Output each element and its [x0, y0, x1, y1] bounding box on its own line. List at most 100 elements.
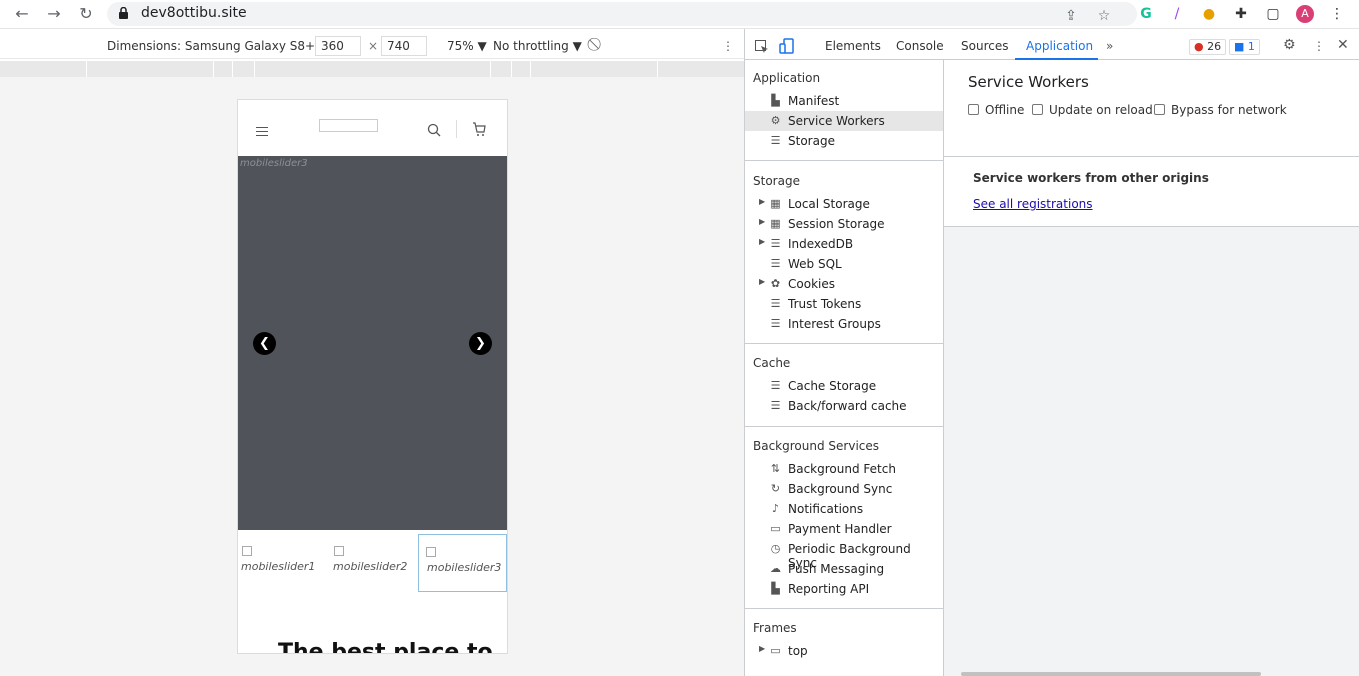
sidebar-item-storage[interactable]: ☰ Storage — [745, 131, 943, 151]
error-count-badge[interactable]: ● 26 — [1189, 39, 1227, 55]
slider-prev-button[interactable]: ❮ — [253, 332, 276, 355]
sidebar-item-notifications[interactable]: ♪ Notifications — [745, 499, 943, 519]
browser-toolbar: ← → ↻ dev8ottibu.site ⇪ ☆ G / ● ✚ ▢ A ⋮ — [0, 0, 1359, 29]
tab-application[interactable]: Application — [1026, 39, 1093, 53]
cart-icon[interactable] — [472, 122, 486, 137]
panel-title: Service Workers — [968, 73, 1089, 91]
checkbox-box[interactable] — [1032, 104, 1043, 115]
file-icon: ▙ — [771, 94, 780, 107]
devtools-menu-icon[interactable]: ⋮ — [1313, 39, 1325, 53]
divider — [745, 160, 944, 161]
share-icon[interactable]: ⇪ — [1062, 7, 1080, 25]
dimensions-select[interactable]: Dimensions: Samsung Galaxy S8+ ▼ — [107, 39, 328, 53]
bookmark-star-icon[interactable]: ☆ — [1095, 7, 1113, 25]
broken-image-icon — [334, 546, 344, 556]
horizontal-scrollbar[interactable] — [961, 672, 1261, 676]
hero-slider[interactable]: mobileslider3 ❮ ❯ — [238, 156, 507, 530]
message-count-badge[interactable]: ■ 1 — [1229, 39, 1260, 55]
message-icon: ■ — [1234, 40, 1245, 53]
slider-thumbnail-active[interactable]: mobileslider3 — [418, 534, 507, 592]
sidebar-item-trust-tokens[interactable]: ☰ Trust Tokens — [745, 294, 943, 314]
table-icon: ▦ — [770, 197, 781, 210]
section-cache: Cache — [753, 356, 791, 370]
media-query-ruler[interactable] — [0, 61, 744, 77]
sidebar-item-local-storage[interactable]: ▶ ▦ Local Storage — [745, 194, 943, 214]
sidebar-item-interest-groups[interactable]: ☰ Interest Groups — [745, 314, 943, 334]
inspect-element-icon[interactable] — [755, 40, 769, 54]
pen-extension-icon[interactable]: / — [1168, 5, 1186, 23]
sidebar-item-payment-handler[interactable]: ▭ Payment Handler — [745, 519, 943, 539]
grammarly-icon[interactable]: G — [1137, 5, 1155, 23]
service-workers-panel: Service Workers Offline Update on reload… — [944, 60, 1359, 676]
throttling-select[interactable]: No throttling ▼ — [493, 39, 582, 53]
database-icon: ☰ — [770, 399, 781, 412]
avatar[interactable]: A — [1296, 5, 1314, 23]
width-input[interactable]: 360 — [315, 36, 361, 56]
slider-thumbnail[interactable]: mobileslider1 — [238, 534, 326, 592]
reload-icon[interactable]: ↻ — [76, 4, 96, 24]
expand-arrow-icon[interactable]: ▶ — [759, 277, 765, 286]
hamburger-icon[interactable] — [256, 127, 268, 136]
expand-arrow-icon[interactable]: ▶ — [759, 237, 765, 246]
sidebar-item-manifest[interactable]: ▙ Manifest — [745, 91, 943, 111]
cookie-icon: ✿ — [770, 277, 781, 290]
menu-icon[interactable]: ⋮ — [1328, 5, 1346, 23]
bypass-for-network-checkbox[interactable]: Bypass for network — [1154, 103, 1287, 117]
sidebar-item-background-sync[interactable]: ↻ Background Sync — [745, 479, 943, 499]
settings-gear-icon[interactable]: ⚙ — [1283, 37, 1296, 53]
address-bar[interactable]: dev8ottibu.site ⇪ ☆ — [107, 2, 1137, 26]
broken-image-icon — [426, 547, 436, 557]
file-icon: ▙ — [771, 582, 780, 595]
empty-area — [944, 227, 1359, 676]
forward-icon[interactable]: → — [44, 4, 64, 24]
height-input[interactable]: 740 — [381, 36, 427, 56]
tab-elements[interactable]: Elements — [825, 39, 881, 53]
url-text: dev8ottibu.site — [141, 5, 247, 21]
device-toggle-icon[interactable] — [779, 38, 795, 54]
slider-image-alt: mobileslider3 — [240, 158, 308, 169]
section-frames: Frames — [753, 621, 797, 635]
sidebar-item-session-storage[interactable]: ▶ ▦ Session Storage — [745, 214, 943, 234]
slider-thumbnail[interactable]: mobileslider2 — [330, 534, 418, 592]
hero-heading: The best place to — [278, 640, 493, 654]
side-panel-icon[interactable]: ▢ — [1264, 5, 1282, 23]
tab-sources[interactable]: Sources — [961, 39, 1008, 53]
credit-card-icon: ▭ — [770, 522, 781, 535]
search-icon[interactable] — [427, 123, 441, 137]
expand-arrow-icon[interactable]: ▶ — [759, 217, 765, 226]
see-all-registrations-link[interactable]: See all registrations — [973, 197, 1093, 211]
slider-next-button[interactable]: ❯ — [469, 332, 492, 355]
sync-icon: ↻ — [770, 482, 781, 495]
close-icon[interactable]: ✕ — [1337, 37, 1349, 53]
device-viewport: mobileslider3 ❮ ❯ mobileslider1 mobilesl… — [0, 77, 744, 676]
sidebar-item-background-fetch[interactable]: ⇅ Background Fetch — [745, 459, 943, 479]
sidebar-item-web-sql[interactable]: ☰ Web SQL — [745, 254, 943, 274]
more-options-icon[interactable]: ⋮ — [722, 39, 734, 53]
zoom-select[interactable]: 75% ▼ — [447, 39, 487, 53]
checkbox-box[interactable] — [1154, 104, 1165, 115]
sidebar-item-cookies[interactable]: ▶ ✿ Cookies — [745, 274, 943, 294]
sidebar-item-periodic-background-sync[interactable]: ◷ Periodic Background Sync — [745, 539, 943, 570]
back-icon[interactable]: ← — [12, 4, 32, 24]
update-on-reload-checkbox[interactable]: Update on reload — [1032, 103, 1153, 117]
logo-image[interactable] — [319, 119, 378, 132]
sidebar-item-cache-storage[interactable]: ☰ Cache Storage — [745, 376, 943, 396]
device-toolbar: Dimensions: Samsung Galaxy S8+ ▼ 360 × 7… — [0, 33, 744, 59]
sidebar-item-service-workers[interactable]: ⚙ Service Workers — [745, 111, 943, 131]
gear-icon: ⚙ — [770, 114, 781, 127]
checkbox-box[interactable] — [968, 104, 979, 115]
more-tabs-icon[interactable]: » — [1106, 39, 1113, 53]
extension-icon[interactable]: ● — [1200, 5, 1218, 23]
database-icon: ☰ — [770, 257, 781, 270]
sidebar-item-indexeddb[interactable]: ▶ ☰ IndexedDB — [745, 234, 943, 254]
devtools-tabbar: Elements Console Sources Application » ●… — [745, 33, 1359, 60]
sidebar-item-push-messaging[interactable]: ☁ Push Messaging — [745, 559, 943, 579]
expand-arrow-icon[interactable]: ▶ — [759, 644, 765, 653]
sidebar-item-frame-top[interactable]: ▶ ▭ top — [745, 641, 943, 661]
expand-arrow-icon[interactable]: ▶ — [759, 197, 765, 206]
sidebar-item-back-forward-cache[interactable]: ☰ Back/forward cache — [745, 396, 943, 416]
puzzle-icon[interactable]: ✚ — [1232, 5, 1250, 23]
offline-checkbox[interactable]: Offline — [968, 103, 1024, 117]
sidebar-item-reporting-api[interactable]: ▙ Reporting API — [745, 579, 943, 599]
tab-console[interactable]: Console — [896, 39, 944, 53]
